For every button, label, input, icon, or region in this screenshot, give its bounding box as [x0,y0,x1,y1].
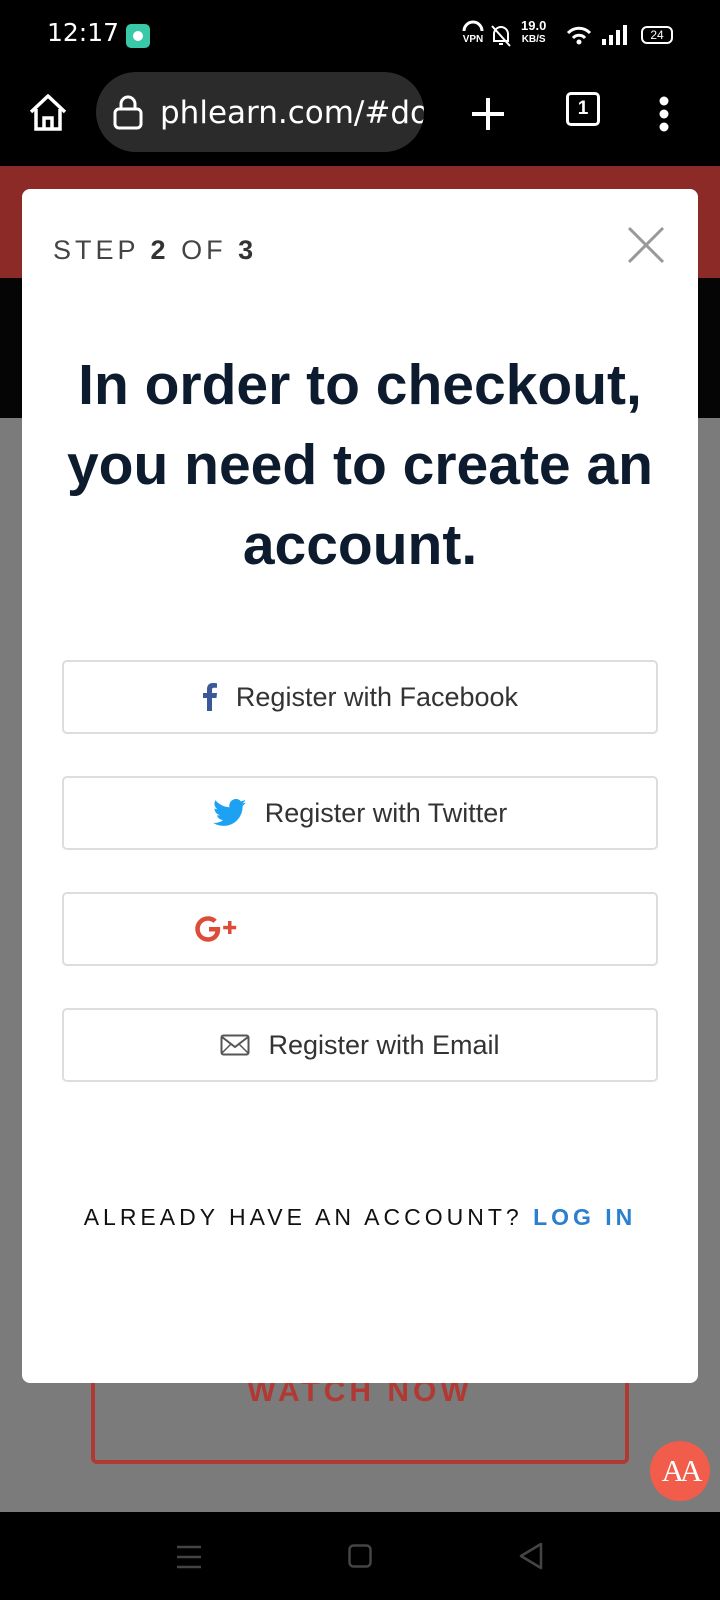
step-current: 2 [150,235,170,265]
register-facebook-button[interactable]: Register with Facebook [62,660,658,734]
register-modal: STEP 2 OF 3 In order to checkout, you ne… [22,189,698,1383]
reader-mode-button[interactable]: AA [650,1441,710,1501]
facebook-icon [202,683,218,711]
vpn-indicator: VPN [462,20,484,50]
network-speed: 19.0 KB/S [521,18,547,50]
login-link[interactable]: LOG IN [533,1204,636,1230]
login-prompt-row: ALREADY HAVE AN ACCOUNT? LOG IN [22,1204,698,1231]
register-google-button[interactable] [62,892,658,966]
battery-icon: 24 [641,26,673,44]
url-bar[interactable]: phlearn.com/#do [96,72,424,152]
lock-icon [112,94,144,135]
status-time: 12:17 [47,18,120,47]
step-indicator: STEP 2 OF 3 [53,235,257,266]
twitter-icon [212,799,247,827]
wifi-icon [566,25,592,50]
step-prefix: STEP [53,235,140,265]
system-nav-bar [0,1512,720,1600]
reader-mode-label: AA [661,1453,703,1488]
tab-count: 1 [577,98,589,119]
google-plus-icon [194,915,240,943]
modal-heading: In order to checkout, you need to create… [66,353,653,577]
app-notification-icon [126,24,150,48]
back-nav-icon[interactable] [518,1542,544,1575]
vpn-label: VPN [462,34,484,45]
home-nav-icon[interactable] [348,1544,372,1573]
register-twitter-label: Register with Twitter [264,797,508,828]
bell-muted-icon [490,24,512,54]
register-email-label: Register with Email [268,1029,500,1060]
step-total: 3 [238,235,258,265]
register-twitter-button[interactable]: Register with Twitter [62,776,658,850]
menu-dots-icon[interactable] [652,92,676,136]
speed-value: 19.0 [521,18,547,33]
speed-unit: KB/S [521,34,546,45]
battery-level: 24 [650,28,664,42]
url-text: phlearn.com/#do [160,95,424,131]
recent-apps-icon[interactable] [176,1545,202,1574]
status-bar: 12:17 VPN 19.0 KB/S 24 [0,0,720,70]
step-of: OF [181,235,227,265]
register-email-button[interactable]: Register with Email [62,1008,658,1082]
login-prompt: ALREADY HAVE AN ACCOUNT? [83,1204,523,1230]
new-tab-icon[interactable] [466,92,510,136]
signal-icon [601,24,629,51]
envelope-icon [220,1034,250,1056]
home-icon[interactable] [24,88,72,136]
close-icon[interactable] [626,225,666,265]
register-facebook-label: Register with Facebook [235,681,519,712]
tab-switcher-button[interactable]: 1 [566,92,600,126]
